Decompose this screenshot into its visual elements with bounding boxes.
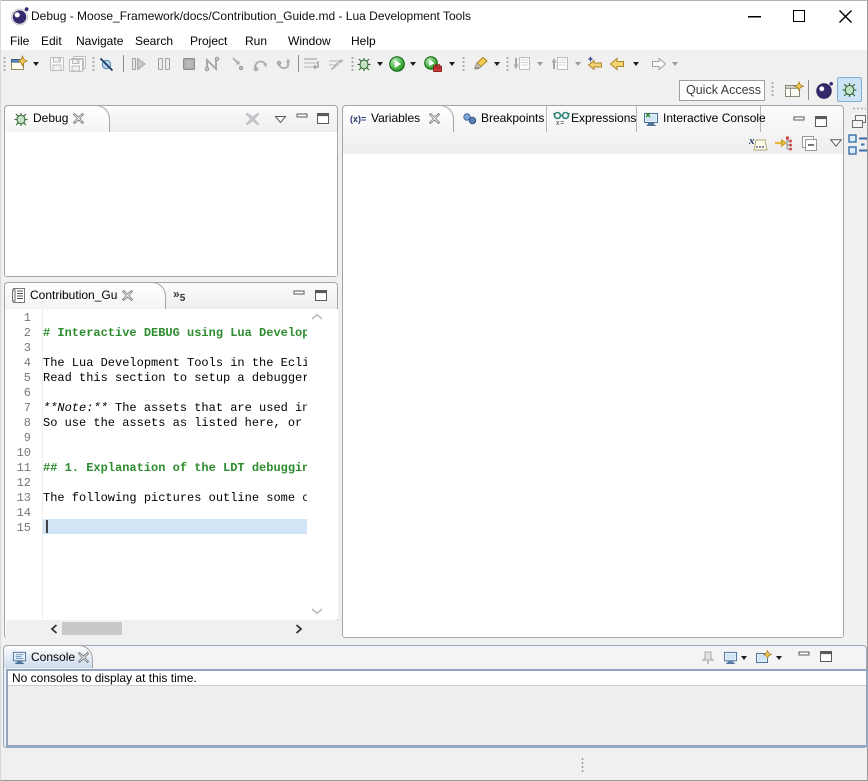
svg-text:x: x [748, 135, 755, 147]
svg-text:x =: x = [556, 120, 564, 127]
